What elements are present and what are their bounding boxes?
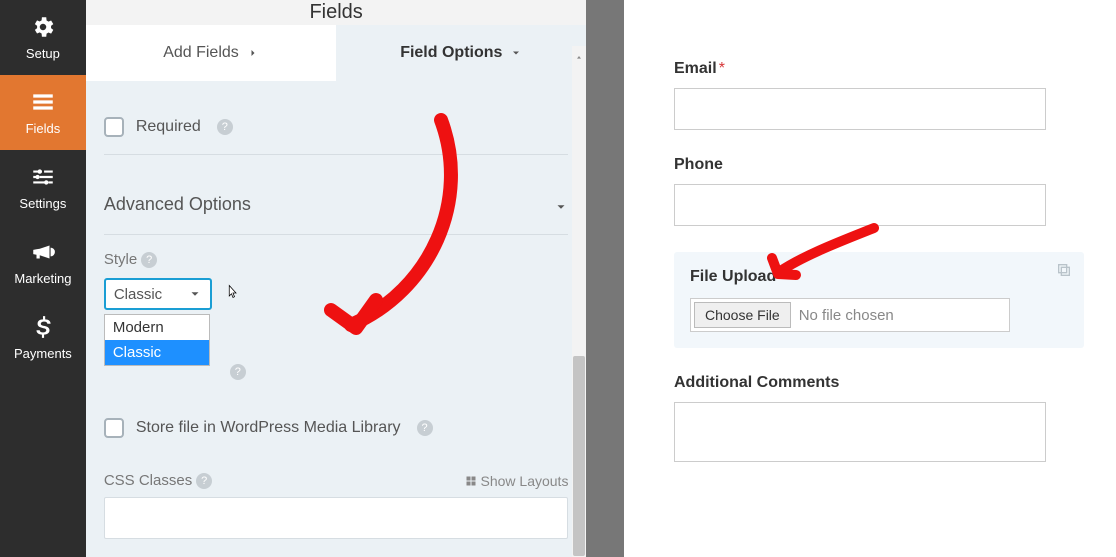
required-row: Required ? bbox=[104, 99, 569, 155]
chevron-down-icon bbox=[554, 198, 568, 212]
required-asterisk: * bbox=[719, 60, 725, 77]
choose-file-button[interactable]: Choose File bbox=[694, 302, 791, 328]
grid-icon bbox=[465, 475, 477, 487]
nav-payments[interactable]: Payments bbox=[0, 300, 86, 375]
email-input[interactable] bbox=[674, 88, 1046, 130]
preview-file-upload-field[interactable]: File Upload Choose File No file chosen bbox=[674, 252, 1084, 348]
phone-input[interactable] bbox=[674, 184, 1046, 226]
email-label: Email bbox=[674, 60, 717, 77]
style-option-modern[interactable]: Modern bbox=[105, 315, 209, 340]
preview-phone-field: Phone bbox=[674, 156, 1084, 226]
nav-marketing[interactable]: Marketing bbox=[0, 225, 86, 300]
css-classes-input[interactable] bbox=[104, 497, 569, 539]
preview-comments-field: Additional Comments bbox=[674, 374, 1084, 462]
tab-field-options[interactable]: Field Options bbox=[336, 25, 586, 81]
chevron-right-icon bbox=[247, 47, 259, 59]
file-upload-label: File Upload bbox=[690, 268, 776, 285]
advanced-options-toggle[interactable]: Advanced Options bbox=[104, 175, 569, 235]
help-icon[interactable]: ? bbox=[196, 473, 212, 489]
phone-label: Phone bbox=[674, 156, 723, 173]
required-label: Required bbox=[136, 118, 201, 136]
nav-marketing-label: Marketing bbox=[14, 271, 71, 286]
comments-label: Additional Comments bbox=[674, 374, 839, 391]
required-checkbox[interactable] bbox=[104, 117, 124, 137]
store-media-label: Store file in WordPress Media Library bbox=[136, 419, 401, 437]
css-classes-label: CSS Classes ? bbox=[104, 472, 212, 489]
tab-add-fields-label: Add Fields bbox=[163, 44, 239, 62]
style-option-classic[interactable]: Classic bbox=[105, 340, 209, 365]
advanced-options-label: Advanced Options bbox=[104, 194, 251, 215]
scrollbar-thumb[interactable] bbox=[573, 356, 585, 556]
dollar-icon bbox=[30, 314, 56, 340]
scroll-up-icon[interactable] bbox=[575, 49, 583, 57]
scrollbar-track[interactable] bbox=[572, 46, 586, 557]
sliders-icon bbox=[30, 164, 56, 190]
form-preview: Email* Phone File Upload Choose File No … bbox=[624, 0, 1116, 557]
gear-icon bbox=[30, 14, 56, 40]
tab-field-options-label: Field Options bbox=[400, 44, 502, 62]
divider-strip bbox=[586, 0, 624, 557]
nav-fields[interactable]: Fields bbox=[0, 75, 86, 150]
help-icon[interactable]: ? bbox=[141, 252, 157, 268]
no-file-text: No file chosen bbox=[799, 307, 894, 324]
left-nav: Setup Fields Settings Marketing Payments bbox=[0, 0, 86, 557]
list-icon bbox=[30, 89, 56, 115]
comments-textarea[interactable] bbox=[674, 402, 1046, 462]
builder-panel: Fields Add Fields Field Options Required… bbox=[86, 0, 587, 557]
preview-email-field: Email* bbox=[674, 60, 1084, 130]
store-media-checkbox[interactable] bbox=[104, 418, 124, 438]
nav-setup[interactable]: Setup bbox=[0, 0, 86, 75]
style-select-value: Classic bbox=[114, 286, 162, 303]
chevron-down-icon bbox=[188, 287, 202, 301]
store-media-row: Store file in WordPress Media Library ? bbox=[104, 400, 569, 456]
chevron-down-icon bbox=[510, 47, 522, 59]
nav-fields-label: Fields bbox=[26, 121, 61, 136]
style-label: Style ? bbox=[104, 251, 569, 268]
bullhorn-icon bbox=[30, 239, 56, 265]
show-layouts-button[interactable]: Show Layouts bbox=[465, 473, 569, 489]
duplicate-icon[interactable] bbox=[1056, 262, 1072, 283]
style-dropdown: Modern Classic bbox=[104, 314, 210, 366]
tab-add-fields[interactable]: Add Fields bbox=[86, 25, 336, 81]
help-icon[interactable]: ? bbox=[230, 364, 246, 380]
nav-settings-label: Settings bbox=[19, 196, 66, 211]
nav-setup-label: Setup bbox=[26, 46, 60, 61]
help-icon[interactable]: ? bbox=[217, 119, 233, 135]
cursor-pointer-icon bbox=[224, 284, 242, 306]
nav-payments-label: Payments bbox=[14, 346, 72, 361]
file-input[interactable]: Choose File No file chosen bbox=[690, 298, 1010, 332]
page-title: Fields bbox=[86, 0, 587, 25]
style-select[interactable]: Classic Modern Classic bbox=[104, 278, 212, 310]
nav-settings[interactable]: Settings bbox=[0, 150, 86, 225]
help-icon[interactable]: ? bbox=[417, 420, 433, 436]
